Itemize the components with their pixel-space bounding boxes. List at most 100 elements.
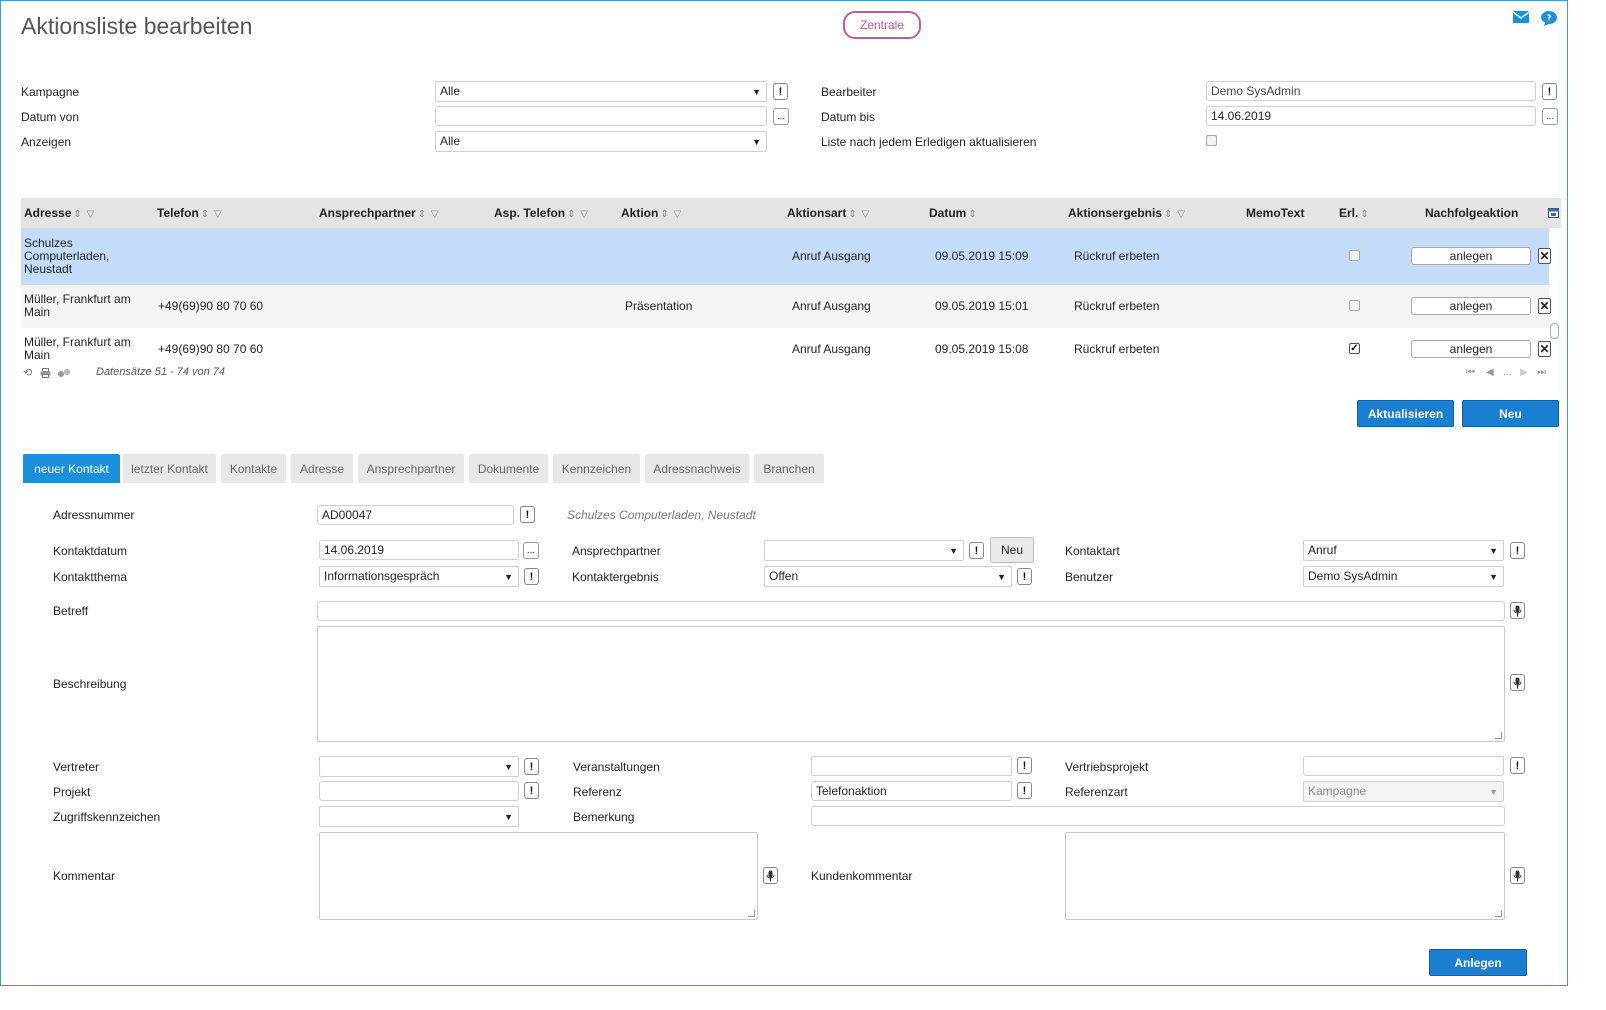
col-memotext[interactable]: MemoText <box>1246 206 1304 220</box>
microphone-icon[interactable] <box>1510 867 1525 884</box>
kampagne-select[interactable]: Alle ▼ <box>435 81 767 102</box>
sort-icon[interactable]: ⇕ <box>968 209 976 220</box>
sort-icon[interactable]: ⇕ <box>1164 209 1172 220</box>
col-aktionsergebnis[interactable]: Aktionsergebnis ⇕ ▽ <box>1068 206 1185 220</box>
anlegen-button[interactable]: anlegen <box>1411 340 1531 358</box>
beschreibung-textarea[interactable] <box>317 626 1505 742</box>
col-erl[interactable]: Erl. ⇕ <box>1339 206 1369 220</box>
pager-ellipsis[interactable]: ... <box>1503 367 1511 378</box>
table-row[interactable]: Müller, Frankfurt am Main +49(69)90 80 7… <box>21 285 1551 328</box>
kontaktart-info-button[interactable]: ! <box>1510 542 1525 559</box>
erl-checkbox[interactable] <box>1349 300 1360 311</box>
tab-dokumente[interactable]: Dokumente <box>469 454 548 483</box>
col-datum[interactable]: Datum ⇕ <box>929 206 977 220</box>
kontaktart-select[interactable]: Anruf ▼ <box>1303 540 1504 561</box>
refresh-icon[interactable]: ⟲ <box>23 366 32 379</box>
kommentar-textarea[interactable] <box>319 832 758 920</box>
help-icon[interactable]: ? <box>1541 11 1557 26</box>
filter-icon[interactable]: ▽ <box>84 209 95 220</box>
microphone-icon[interactable] <box>1510 674 1525 691</box>
sort-icon[interactable]: ⇕ <box>201 209 209 220</box>
veranstaltungen-input[interactable] <box>811 756 1012 776</box>
erl-checkbox[interactable] <box>1349 250 1360 261</box>
ansprechpartner-info-button[interactable]: ! <box>969 542 984 559</box>
vertreter-info-button[interactable]: ! <box>524 758 539 775</box>
datum-von-picker-button[interactable]: ... <box>773 108 789 125</box>
bearbeiter-input[interactable]: Demo SysAdmin <box>1206 81 1536 101</box>
filter-icon[interactable]: ▽ <box>671 209 682 220</box>
col-aktion[interactable]: Aktion ⇕ ▽ <box>621 206 681 220</box>
microphone-icon[interactable] <box>763 867 778 884</box>
mail-icon[interactable] <box>1512 11 1530 25</box>
anlegen-submit-button[interactable]: Anlegen <box>1429 949 1527 976</box>
veranstaltungen-info-button[interactable]: ! <box>1017 757 1032 774</box>
refresh-after-done-checkbox[interactable] <box>1206 135 1217 146</box>
filter-icon[interactable]: ▽ <box>428 209 439 220</box>
close-icon[interactable]: ✕ <box>1538 298 1551 314</box>
zentrale-badge[interactable]: Zentrale <box>843 11 921 39</box>
tab-adresse[interactable]: Adresse <box>291 454 353 483</box>
export-icon[interactable] <box>57 367 71 381</box>
kontaktdatum-input[interactable]: 14.06.2019 <box>319 540 519 560</box>
microphone-icon[interactable] <box>1510 602 1525 619</box>
referenzart-select[interactable]: Kampagne ▼ <box>1303 781 1504 802</box>
filter-icon[interactable]: ▽ <box>578 209 588 220</box>
projekt-info-button[interactable]: ! <box>524 782 539 799</box>
referenz-info-button[interactable]: ! <box>1017 782 1032 799</box>
next-page-icon[interactable]: ▶ <box>1520 367 1528 378</box>
col-adresse[interactable]: Adresse ⇕ ▽ <box>24 206 94 220</box>
grid-scrollbar-thumb[interactable] <box>1550 323 1559 339</box>
tab-kontakte[interactable]: Kontakte <box>221 454 286 483</box>
kontaktthema-info-button[interactable]: ! <box>524 568 539 585</box>
sort-icon[interactable]: ⇕ <box>73 209 81 220</box>
betreff-input[interactable] <box>317 601 1505 621</box>
print-icon[interactable] <box>40 367 51 381</box>
col-nachfolgeaktion[interactable]: Nachfolgeaktion <box>1425 206 1518 220</box>
close-icon[interactable]: ✕ <box>1538 341 1551 357</box>
tab-neuer-kontakt[interactable]: neuer Kontakt <box>23 454 120 483</box>
tab-letzter-kontakt[interactable]: letzter Kontakt <box>123 454 216 483</box>
erl-checkbox-checked[interactable]: ✓ <box>1349 343 1360 354</box>
prev-page-icon[interactable]: ◀ <box>1486 367 1494 378</box>
neu-button[interactable]: Neu <box>1462 400 1559 427</box>
kontaktdatum-picker-button[interactable]: ... <box>523 542 539 559</box>
sort-icon[interactable]: ⇕ <box>1360 209 1368 220</box>
datum-bis-input[interactable]: 14.06.2019 <box>1206 106 1536 126</box>
adressnummer-input[interactable]: AD00047 <box>317 505 514 525</box>
tab-branchen[interactable]: Branchen <box>754 454 824 483</box>
projekt-input[interactable] <box>319 781 519 801</box>
anlegen-button[interactable]: anlegen <box>1411 297 1531 315</box>
bemerkung-input[interactable] <box>811 806 1505 826</box>
col-asp-telefon[interactable]: Asp. Telefon ⇕ ▽ <box>494 206 588 220</box>
sort-icon[interactable]: ⇕ <box>567 209 575 220</box>
filter-icon[interactable]: ▽ <box>211 209 222 220</box>
kundenkommentar-textarea[interactable] <box>1065 832 1505 920</box>
bearbeiter-info-button[interactable]: ! <box>1542 83 1557 100</box>
col-ansprechpartner[interactable]: Ansprechpartner ⇕ ▽ <box>319 206 439 220</box>
sort-icon[interactable]: ⇕ <box>848 209 856 220</box>
sort-icon[interactable]: ⇕ <box>660 209 668 220</box>
referenz-input[interactable]: Telefonaktion <box>811 781 1012 801</box>
tab-ansprechpartner[interactable]: Ansprechpartner <box>358 454 464 483</box>
benutzer-select[interactable]: Demo SysAdmin ▼ <box>1303 566 1504 587</box>
vertriebsprojekt-info-button[interactable]: ! <box>1510 757 1525 774</box>
filter-icon[interactable]: ▽ <box>859 209 870 220</box>
anzeigen-select[interactable]: Alle ▼ <box>435 131 767 152</box>
kontaktthema-select[interactable]: Informationsgespräch ▼ <box>319 566 519 587</box>
filter-icon[interactable]: ▽ <box>1174 209 1185 220</box>
table-row[interactable]: Müller, Frankfurt am Main +49(69)90 80 7… <box>21 328 1551 368</box>
datum-bis-picker-button[interactable]: ... <box>1542 108 1558 125</box>
last-page-icon[interactable]: ⏭ <box>1537 367 1546 378</box>
tab-kennzeichen[interactable]: Kennzeichen <box>553 454 640 483</box>
zugriffskennzeichen-select[interactable]: ▼ <box>319 806 519 827</box>
column-chooser-icon[interactable] <box>1548 207 1559 218</box>
first-page-icon[interactable]: ⏮ <box>1466 367 1475 378</box>
ansprechpartner-select[interactable]: ▼ <box>764 540 964 561</box>
tab-adressnachweis[interactable]: Adressnachweis <box>645 454 749 483</box>
col-aktionsart[interactable]: Aktionsart ⇕ ▽ <box>787 206 869 220</box>
kontaktergebnis-info-button[interactable]: ! <box>1017 568 1032 585</box>
col-telefon[interactable]: Telefon ⇕ ▽ <box>157 206 222 220</box>
vertreter-select[interactable]: ▼ <box>319 756 519 777</box>
kontaktergebnis-select[interactable]: Offen ▼ <box>764 566 1012 587</box>
kampagne-info-button[interactable]: ! <box>773 83 788 100</box>
